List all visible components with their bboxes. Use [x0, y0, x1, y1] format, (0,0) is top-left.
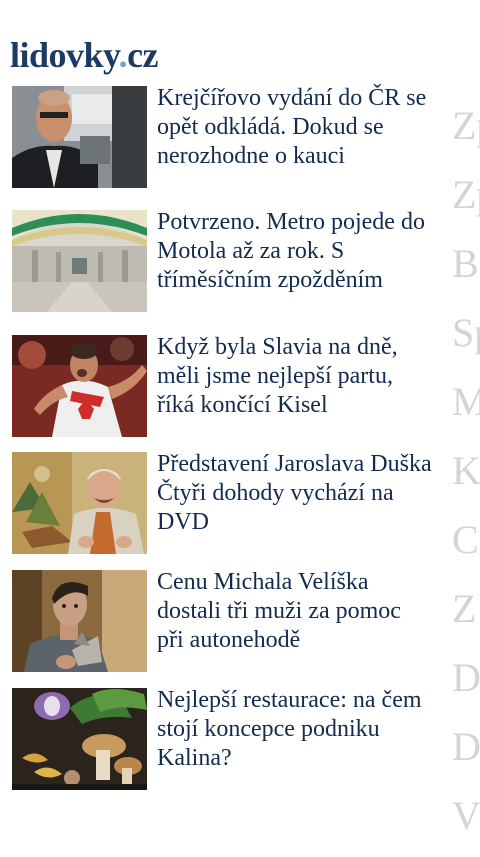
article-thumbnail[interactable] — [12, 570, 147, 672]
award-man-image — [12, 570, 147, 672]
article-title[interactable]: Potvrzeno. Metro pojede do Motola až za … — [157, 208, 432, 295]
article-item[interactable]: Potvrzeno. Metro pojede do Motola až za … — [12, 208, 432, 312]
metro-station-image — [12, 210, 147, 312]
side-panel-label: V — [452, 793, 480, 838]
side-panel-label: D — [452, 724, 480, 769]
side-panel-label: Zp — [452, 172, 480, 217]
side-panel-label: C — [452, 517, 479, 562]
logo-main: lidovky — [10, 35, 119, 75]
article-title[interactable]: Nejlepší restaurace: na čem stojí koncep… — [157, 686, 432, 773]
article-item[interactable]: Cenu Michala Velíška dostali tři muži za… — [12, 568, 432, 672]
side-panel-label: B — [452, 241, 479, 286]
side-panel-label: D — [452, 655, 480, 700]
article-title[interactable]: Když byla Slavia na dně, měli jsme nejle… — [157, 333, 432, 420]
logo-tld: cz — [127, 35, 159, 75]
article-thumbnail[interactable] — [12, 688, 147, 790]
article-thumbnail[interactable] — [12, 335, 147, 437]
article-item[interactable]: Když byla Slavia na dně, měli jsme nejle… — [12, 333, 432, 437]
food-mushrooms-image — [12, 688, 147, 790]
article-title[interactable]: Krejčířovo vydání do ČR se opět odkládá.… — [157, 84, 432, 171]
football-player-image — [12, 335, 147, 437]
logo-dot: . — [118, 35, 128, 75]
article-item[interactable]: Představení Jaroslava Duška Čtyři dohody… — [12, 450, 432, 554]
man-portrait-image — [12, 86, 147, 188]
side-panel-label: Z — [452, 586, 477, 631]
side-panel-label: Sp — [452, 310, 480, 355]
side-panel-label: K — [452, 448, 480, 493]
actor-stage-image — [12, 452, 147, 554]
article-thumbnail[interactable] — [12, 452, 147, 554]
article-thumbnail[interactable] — [12, 210, 147, 312]
article-thumbnail[interactable] — [12, 86, 147, 188]
side-panel-peek[interactable]: Zp Zp B Sp M K C Z D D V — [452, 98, 480, 857]
article-item[interactable]: Krejčířovo vydání do ČR se opět odkládá.… — [12, 84, 432, 188]
article-item[interactable]: Nejlepší restaurace: na čem stojí koncep… — [12, 686, 432, 790]
side-panel-label: Zp — [452, 103, 480, 148]
side-panel-label: M — [452, 379, 480, 424]
site-logo[interactable]: lidovky.cz — [10, 34, 159, 76]
article-title[interactable]: Představení Jaroslava Duška Čtyři dohody… — [157, 450, 432, 537]
article-title[interactable]: Cenu Michala Velíška dostali tři muži za… — [157, 568, 432, 655]
